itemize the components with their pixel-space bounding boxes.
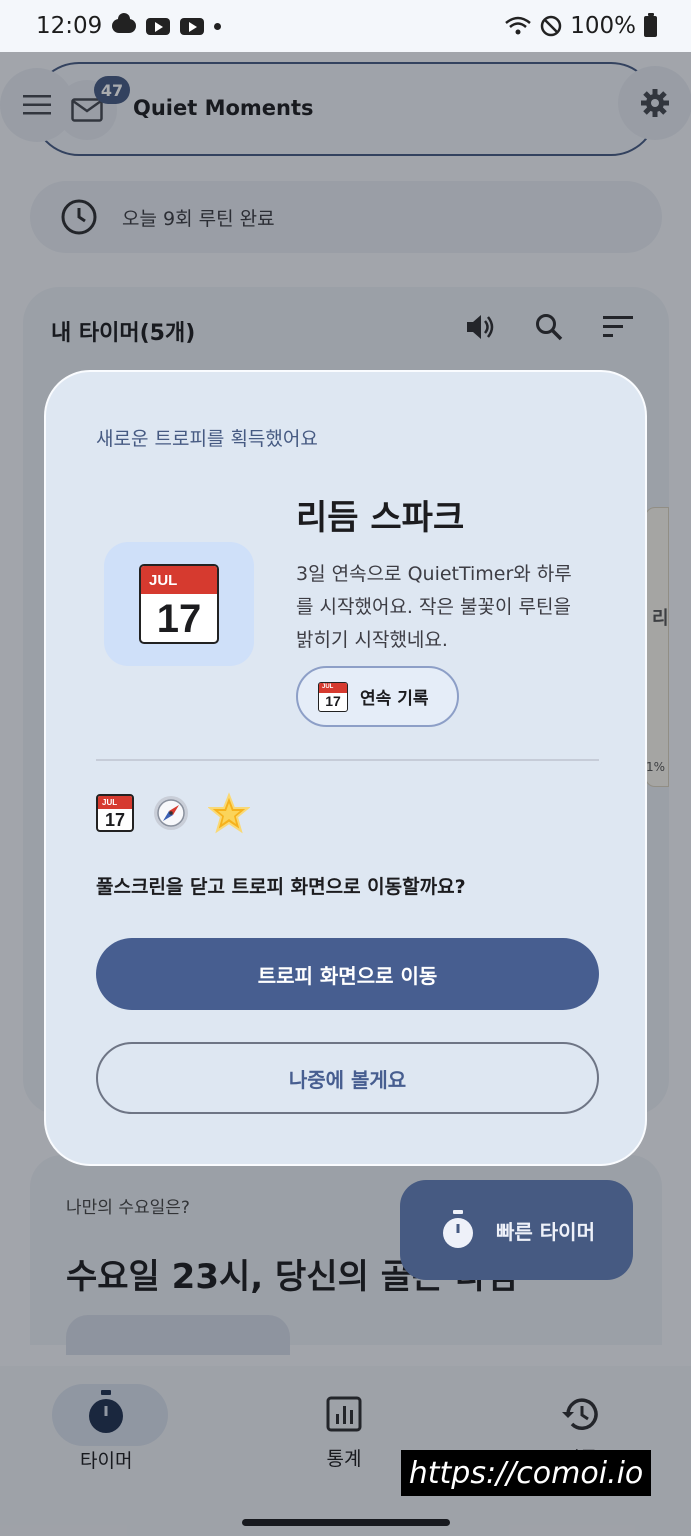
dialog-divider bbox=[96, 759, 599, 761]
stopwatch-icon bbox=[443, 1210, 473, 1248]
status-bar: 12:09 100% bbox=[0, 0, 691, 52]
quick-timer-label: 빠른 타이머 bbox=[496, 1219, 595, 1244]
go-to-trophy-button[interactable]: 트로피 화면으로 이동 bbox=[96, 938, 599, 1010]
trophy-name: 리듬 스파크 bbox=[296, 498, 465, 538]
cloud-icon bbox=[112, 13, 137, 33]
battery-icon bbox=[644, 12, 657, 37]
trophy-description: 3일 연속으로 QuietTimer와 하루를 시작했어요. 작은 불꽃이 루틴… bbox=[296, 563, 572, 651]
calendar-icon: JUL 17 bbox=[96, 794, 134, 832]
quick-timer-fab[interactable]: 빠른 타이머 bbox=[400, 1180, 633, 1280]
status-time: 12:09 bbox=[36, 13, 103, 39]
dialog-overline: 새로운 트로피를 획득했어요 bbox=[96, 428, 318, 450]
youtube-icon bbox=[180, 17, 205, 35]
watermark: https://comoi.io bbox=[401, 1450, 651, 1496]
battery-percent: 100% bbox=[570, 13, 636, 39]
glowing-star-icon bbox=[208, 792, 250, 834]
wifi-icon bbox=[505, 16, 532, 35]
youtube-icon bbox=[146, 17, 171, 35]
streak-chip-label: 연속 기록 bbox=[360, 689, 429, 709]
trophy-dialog: 새로운 트로피를 획득했어요 JUL 17 리듬 스파크 3일 연속으로 Qui… bbox=[44, 370, 647, 1166]
notification-dot-icon bbox=[214, 22, 222, 30]
calendar-icon: JUL 17 bbox=[139, 564, 219, 644]
streak-chip[interactable]: JUL 17 연속 기록 bbox=[296, 666, 459, 727]
compass-icon bbox=[154, 796, 188, 830]
trophy-badges: JUL 17 bbox=[96, 792, 250, 834]
calendar-icon: JUL 17 bbox=[318, 681, 348, 712]
trophy-icon-tile: JUL 17 bbox=[104, 542, 254, 666]
dialog-question: 풀스크린을 닫고 트로피 화면으로 이동할까요? bbox=[96, 876, 466, 898]
do-not-disturb-icon bbox=[540, 15, 562, 37]
view-later-button[interactable]: 나중에 볼게요 bbox=[96, 1042, 599, 1114]
